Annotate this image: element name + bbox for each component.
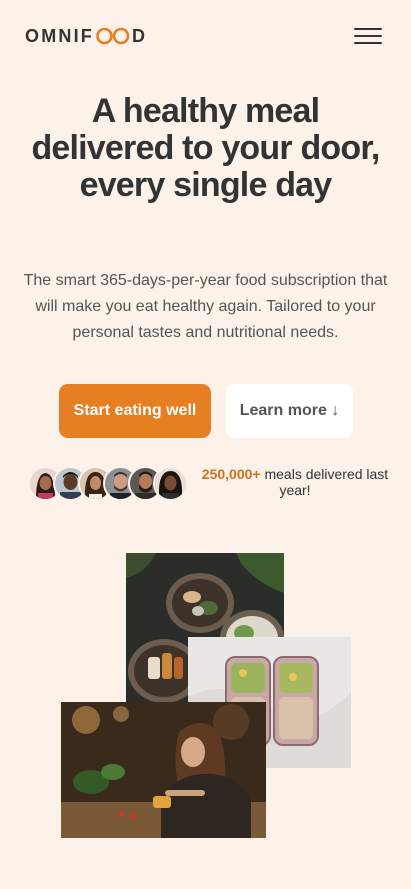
- avatar: [153, 466, 188, 501]
- site-header: OMNIF D: [0, 0, 411, 72]
- learn-more-button[interactable]: Learn more ↓: [226, 384, 353, 438]
- hamburger-menu-icon[interactable]: [354, 26, 382, 46]
- hero-description: The smart 365-days-per-year food subscri…: [23, 272, 388, 341]
- logo-text-right: D: [132, 26, 148, 46]
- logo-text-left: OMNIF: [25, 26, 94, 46]
- bowls-of-food-photo: [126, 553, 284, 703]
- infinity-logo-icon: [95, 27, 131, 45]
- meals-label: meals delivered last year!: [260, 466, 389, 498]
- meals-delivered-text: 250,000+ meals delivered last year!: [199, 466, 391, 498]
- start-eating-button[interactable]: Start eating well: [59, 384, 211, 438]
- woman-eating-photo: [61, 702, 266, 838]
- meal-prep-containers-photo: [188, 637, 351, 768]
- omnifood-logo[interactable]: OMNIF D: [25, 26, 147, 46]
- customer-avatars: [28, 466, 193, 501]
- hero-title: A healthy meal delivered to your door, e…: [31, 92, 380, 204]
- meals-count: 250,000+: [201, 466, 261, 482]
